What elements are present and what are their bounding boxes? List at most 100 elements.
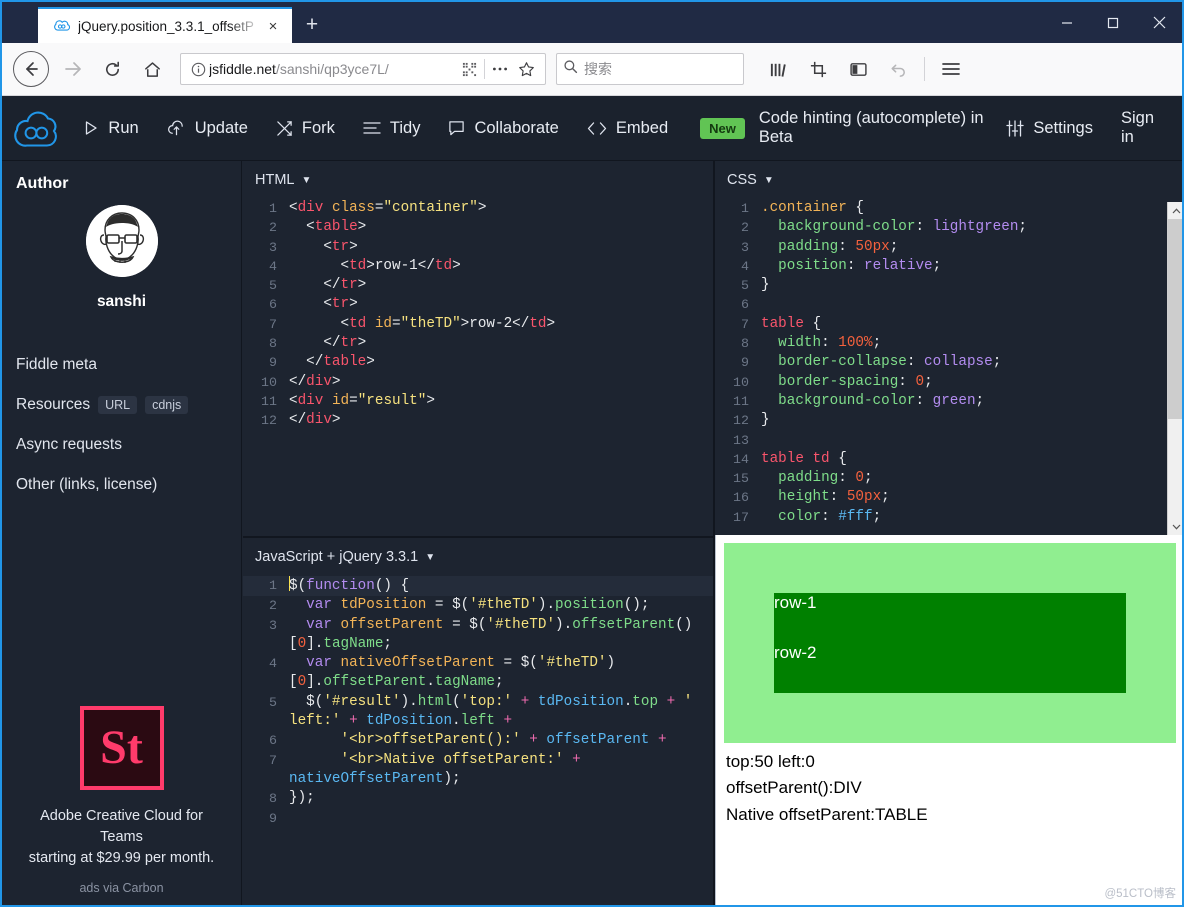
code-line[interactable]: 8 width: 100%;: [715, 334, 1182, 353]
sidebar-advertisement[interactable]: St Adobe Creative Cloud for Teams starti…: [2, 705, 241, 905]
chip-cdnjs[interactable]: cdnjs: [145, 396, 189, 414]
code-line[interactable]: 3 padding: 50px;: [715, 238, 1182, 257]
code-line[interactable]: 6 '<br>offsetParent():' + offsetParent +: [243, 731, 713, 750]
code-line[interactable]: 9: [243, 809, 713, 828]
code-line[interactable]: 4 var nativeOffsetParent = $('#theTD')[0…: [243, 654, 713, 693]
code-token: tr: [340, 277, 358, 294]
code-line[interactable]: 7 <td id="theTD">row-2</td>: [243, 315, 713, 334]
code-line[interactable]: 2 background-color: lightgreen;: [715, 218, 1182, 237]
html-panel-header[interactable]: HTML ▼: [243, 161, 713, 188]
new-tab-button[interactable]: +: [292, 7, 332, 43]
code-line[interactable]: 5}: [715, 276, 1182, 295]
hamburger-menu-icon[interactable]: [934, 52, 968, 86]
sign-in-button[interactable]: Sign in: [1107, 96, 1168, 161]
scrollbar-track[interactable]: [1167, 219, 1182, 518]
back-arrow-icon[interactable]: [13, 51, 49, 87]
result-preview-frame[interactable]: row-1 row-2 top:50 left:0 offsetParent()…: [715, 535, 1182, 905]
code-line[interactable]: 4 position: relative;: [715, 257, 1182, 276]
code-line[interactable]: 9 </table>: [243, 353, 713, 372]
chevron-down-icon[interactable]: ▼: [425, 552, 435, 563]
scroll-down-icon[interactable]: [1167, 518, 1182, 535]
code-line[interactable]: 11 <div id="result">: [243, 392, 713, 411]
run-button[interactable]: Run: [69, 96, 152, 161]
code-line[interactable]: 17 color: #fff;: [715, 508, 1182, 527]
code-line[interactable]: 12 </div>: [243, 411, 713, 430]
code-line[interactable]: 7 table {: [715, 315, 1182, 334]
code-line[interactable]: 10 </div>: [243, 373, 713, 392]
code-line[interactable]: 8 </tr>: [243, 334, 713, 353]
code-line[interactable]: 10 border-spacing: 0;: [715, 373, 1182, 392]
jsfiddle-logo-icon[interactable]: [2, 106, 69, 150]
maximize-icon[interactable]: [1090, 2, 1136, 43]
code-line[interactable]: 3 var offsetParent = $('#theTD').offsetP…: [243, 616, 713, 655]
star-icon[interactable]: [513, 61, 539, 78]
js-editor-panel[interactable]: JavaScript + jQuery 3.3.1 ▼ 1 $(function(…: [243, 538, 713, 905]
fork-button[interactable]: Fork: [262, 96, 349, 161]
sidebar-item-other[interactable]: Other (links, license): [2, 465, 241, 505]
scrollbar-thumb[interactable]: [1167, 219, 1182, 419]
chevron-down-icon[interactable]: ▼: [301, 175, 311, 186]
css-scrollbar[interactable]: [1167, 202, 1182, 535]
qrcode-icon[interactable]: [456, 62, 482, 77]
scroll-up-icon[interactable]: [1167, 202, 1182, 219]
chip-url[interactable]: URL: [98, 396, 138, 414]
code-line[interactable]: 8});: [243, 789, 713, 808]
reload-icon[interactable]: [95, 52, 129, 86]
css-panel-header[interactable]: CSS ▼: [715, 161, 1182, 188]
code-line[interactable]: 13: [715, 431, 1182, 450]
js-code-area[interactable]: 1 $(function() {2 var tdPosition = $('#th…: [243, 576, 713, 828]
code-line[interactable]: 2 <table>: [243, 218, 713, 237]
code-line[interactable]: 5 $('#result').html('top:' + tdPosition.…: [243, 693, 713, 732]
code-line[interactable]: 1 $(function() {: [243, 576, 713, 597]
code-line[interactable]: 12}: [715, 411, 1182, 430]
address-bar[interactable]: jsfiddle.net/sanshi/qp3yce7L/: [180, 53, 546, 85]
library-icon[interactable]: [761, 52, 795, 86]
update-button[interactable]: Update: [153, 96, 262, 161]
sidebar-item-resources[interactable]: Resources URL cdnjs: [2, 385, 241, 425]
tidy-button[interactable]: Tidy: [349, 96, 435, 161]
sidebar-item-label: Other (links, license): [16, 476, 158, 493]
screenshot-icon[interactable]: [801, 52, 835, 86]
code-line[interactable]: 4 <td>row-1</td>: [243, 257, 713, 276]
page-actions-icon[interactable]: [487, 66, 513, 72]
avatar[interactable]: [85, 205, 158, 277]
chevron-down-icon[interactable]: ▼: [764, 175, 774, 186]
code-token: =: [443, 616, 470, 633]
line-number: 4: [269, 656, 277, 672]
css-code-area[interactable]: 1 .container {2 background-color: lightgr…: [715, 199, 1182, 527]
tab-close-icon[interactable]: ×: [262, 15, 284, 37]
page-info-icon[interactable]: [187, 62, 209, 77]
js-panel-header[interactable]: JavaScript + jQuery 3.3.1 ▼: [243, 538, 713, 565]
code-line[interactable]: 7 '<br>Native offsetParent:' + nativeOff…: [243, 751, 713, 790]
minimize-icon[interactable]: [1044, 2, 1090, 43]
code-line[interactable]: 2 var tdPosition = $('#theTD').position(…: [243, 596, 713, 615]
embed-button[interactable]: Embed: [573, 96, 682, 161]
code-line[interactable]: 6: [715, 295, 1182, 314]
code-line[interactable]: 9 border-collapse: collapse;: [715, 353, 1182, 372]
collaborate-button[interactable]: Collaborate: [434, 96, 572, 161]
html-editor-panel[interactable]: HTML ▼ 1 <div class="container"> 2 <table>…: [243, 161, 713, 536]
browser-tab[interactable]: jQuery.position_3.3.1_offsetP ×: [38, 7, 292, 43]
code-line[interactable]: 16 height: 50px;: [715, 488, 1182, 507]
search-input[interactable]: 搜索: [584, 59, 612, 79]
code-token: ;: [924, 373, 933, 390]
code-line[interactable]: 5 </tr>: [243, 276, 713, 295]
code-line[interactable]: 11 background-color: green;: [715, 392, 1182, 411]
code-hinting-notice[interactable]: Code hinting (autocomplete) in Beta: [759, 109, 992, 147]
sidebar-item-async-requests[interactable]: Async requests: [2, 425, 241, 465]
css-editor-panel[interactable]: CSS ▼ 1 .container {2 background-color: l…: [715, 161, 1182, 536]
settings-button[interactable]: Settings: [992, 96, 1107, 161]
sidebar-item-fiddle-meta[interactable]: Fiddle meta: [2, 345, 241, 385]
code-line[interactable]: 6 <tr>: [243, 295, 713, 314]
code-line[interactable]: 14 table td {: [715, 450, 1182, 469]
code-line[interactable]: 15 padding: 0;: [715, 469, 1182, 488]
code-token: '#theTD': [469, 597, 538, 614]
reader-view-icon[interactable]: [841, 52, 875, 86]
close-window-icon[interactable]: [1136, 2, 1182, 43]
home-icon[interactable]: [135, 52, 169, 86]
code-line[interactable]: 1 <div class="container">: [243, 199, 713, 218]
code-line[interactable]: 3 <tr>: [243, 238, 713, 257]
html-code-area[interactable]: 1 <div class="container"> 2 <table> 3 <tr> 4…: [243, 199, 713, 431]
search-bar[interactable]: 搜索: [556, 53, 744, 85]
code-line[interactable]: 1 .container {: [715, 199, 1182, 218]
